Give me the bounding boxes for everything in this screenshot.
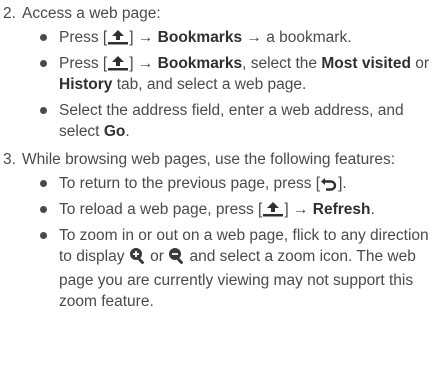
step-intro: While browsing web pages, use the follow… <box>22 151 396 168</box>
list-item: To zoom in or out on a web page, flick t… <box>22 225 438 312</box>
step-3-bullets: To return to the previous page, press []… <box>22 173 438 312</box>
zoom-in-icon <box>129 247 146 270</box>
step-2-bullets: Press [] → Bookmarks → a bookmark. Press… <box>22 27 438 142</box>
step-3: 3. While browsing web pages, use the fol… <box>0 149 438 312</box>
list-item: Press [] → Bookmarks, select the Most vi… <box>22 53 438 95</box>
zoom-out-icon <box>168 247 185 270</box>
list-item: Press [] → Bookmarks → a bookmark. <box>22 27 438 48</box>
menu-key-icon <box>107 53 129 74</box>
bullet-dot <box>40 107 47 114</box>
bullet-dot <box>40 34 47 41</box>
step-number: 3. <box>3 151 16 168</box>
bullet-dot <box>40 206 47 213</box>
list-item: To return to the previous page, press []… <box>22 173 438 194</box>
step-intro: Access a web page: <box>22 5 161 22</box>
menu-key-icon <box>107 27 129 48</box>
bullet-dot <box>40 232 47 239</box>
back-key-icon <box>320 173 338 194</box>
menu-key-icon <box>262 199 284 220</box>
list-item: Select the address field, enter a web ad… <box>22 100 438 142</box>
step-number: 2. <box>3 5 16 22</box>
bullet-dot <box>40 180 47 187</box>
bullet-dot <box>40 60 47 67</box>
instruction-document: 2. Access a web page: Press [] → Bookmar… <box>0 3 438 312</box>
list-item: To reload a web page, press [] → Refresh… <box>22 199 438 220</box>
step-2: 2. Access a web page: Press [] → Bookmar… <box>0 3 438 142</box>
